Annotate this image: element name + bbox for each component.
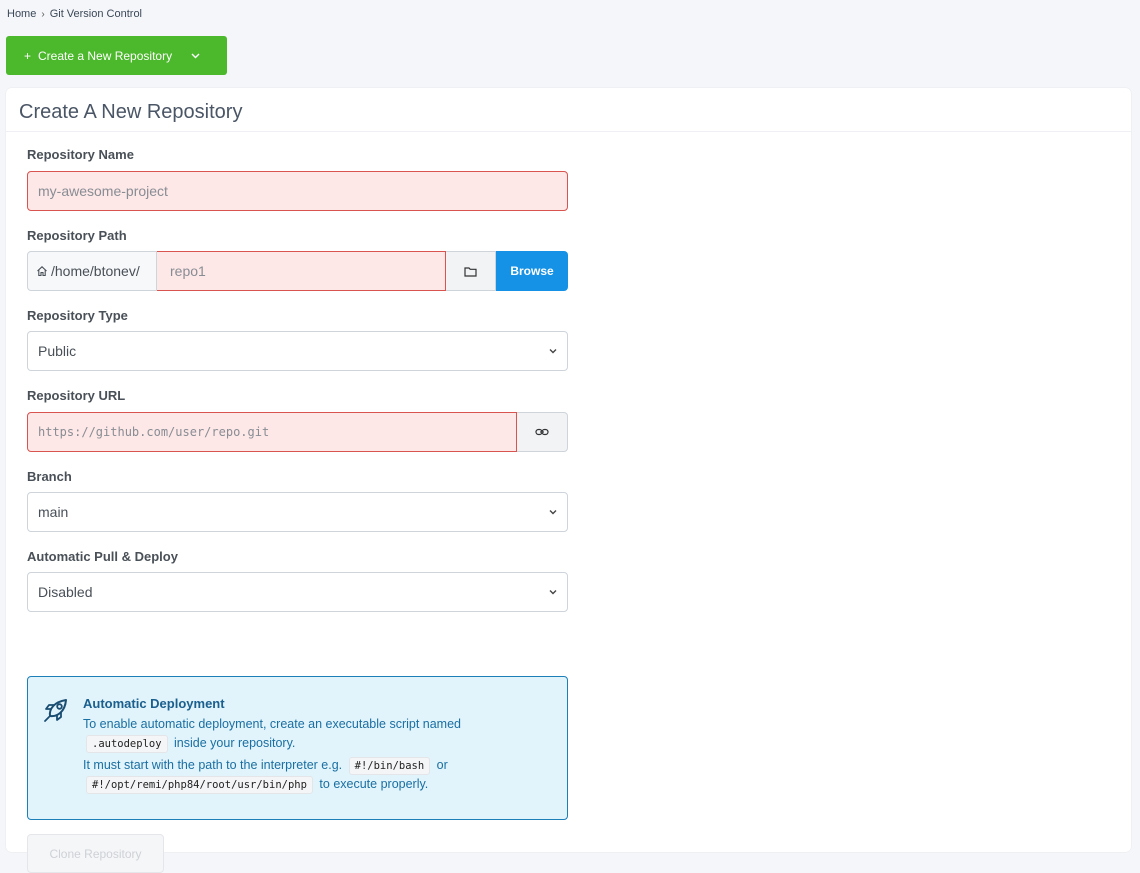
chevron-down-icon — [549, 349, 557, 354]
info-line-1: To enable automatic deployment, create a… — [83, 715, 553, 753]
branch-value: main — [38, 504, 69, 520]
info-line-2: It must start with the path to the inter… — [83, 756, 553, 794]
auto-deploy-label: Automatic Pull & Deploy — [27, 549, 178, 564]
repository-url-placeholder: https://github.com/user/repo.git — [38, 425, 270, 439]
card-title: Create A New Repository — [6, 88, 1131, 132]
branch-select[interactable]: main — [27, 492, 568, 532]
repository-path-placeholder: repo1 — [170, 263, 206, 279]
link-icon — [535, 428, 549, 436]
rocket-icon — [44, 699, 67, 722]
home-icon — [37, 266, 47, 277]
repository-path-group: /home/btonev/ repo1 Browse — [27, 251, 568, 291]
chevron-down-icon — [549, 510, 557, 515]
repository-type-select[interactable]: Public — [27, 331, 568, 371]
folder-button[interactable] — [446, 251, 496, 291]
breadcrumb: Home › Git Version Control — [7, 8, 142, 20]
repository-path-input[interactable]: repo1 — [157, 251, 446, 291]
folder-icon — [464, 266, 477, 277]
info-line-1-suffix: inside your repository. — [174, 736, 296, 750]
create-repository-button[interactable]: + Create a New Repository — [6, 36, 227, 75]
info-line-2-or: or — [436, 758, 448, 772]
info-line-1-text: To enable automatic deployment, create a… — [83, 717, 462, 731]
repository-url-label: Repository URL — [27, 388, 126, 403]
auto-deploy-value: Disabled — [38, 584, 93, 600]
automatic-deployment-info: Automatic Deployment To enable automatic… — [27, 676, 568, 820]
browse-button[interactable]: Browse — [496, 251, 568, 291]
repository-type-value: Public — [38, 343, 77, 359]
chevron-down-icon — [191, 53, 200, 58]
create-repository-label: Create a New Repository — [38, 48, 173, 63]
repository-name-input[interactable]: my-awesome-project — [27, 171, 568, 211]
chevron-down-icon — [549, 590, 557, 595]
info-title: Automatic Deployment — [83, 696, 225, 711]
php-code: #!/opt/remi/php84/root/usr/bin/php — [86, 776, 313, 794]
info-line-2-suffix: to execute properly. — [319, 777, 429, 791]
auto-deploy-select[interactable]: Disabled — [27, 572, 568, 612]
bash-code: #!/bin/bash — [348, 757, 431, 775]
repository-url-input[interactable]: https://github.com/user/repo.git — [27, 412, 517, 452]
repository-type-label: Repository Type — [27, 308, 128, 323]
path-prefix-text: /home/btonev/ — [51, 263, 140, 279]
path-prefix: /home/btonev/ — [27, 251, 157, 291]
link-button[interactable] — [517, 412, 568, 452]
clone-repository-button[interactable]: Clone Repository — [27, 834, 164, 873]
create-repository-card: Create A New Repository Repository Name … — [6, 88, 1131, 873]
repository-name-placeholder: my-awesome-project — [38, 183, 168, 199]
breadcrumb-separator: › — [41, 8, 45, 20]
breadcrumb-home-link[interactable]: Home — [7, 8, 36, 20]
repository-name-label: Repository Name — [27, 147, 134, 162]
repository-url-group: https://github.com/user/repo.git — [27, 412, 568, 452]
plus-icon: + — [24, 48, 32, 63]
repository-path-label: Repository Path — [27, 228, 127, 243]
branch-label: Branch — [27, 469, 72, 484]
breadcrumb-current: Git Version Control — [49, 8, 143, 20]
autodeploy-code: .autodeploy — [86, 735, 168, 753]
info-line-2-text: It must start with the path to the inter… — [83, 758, 343, 772]
